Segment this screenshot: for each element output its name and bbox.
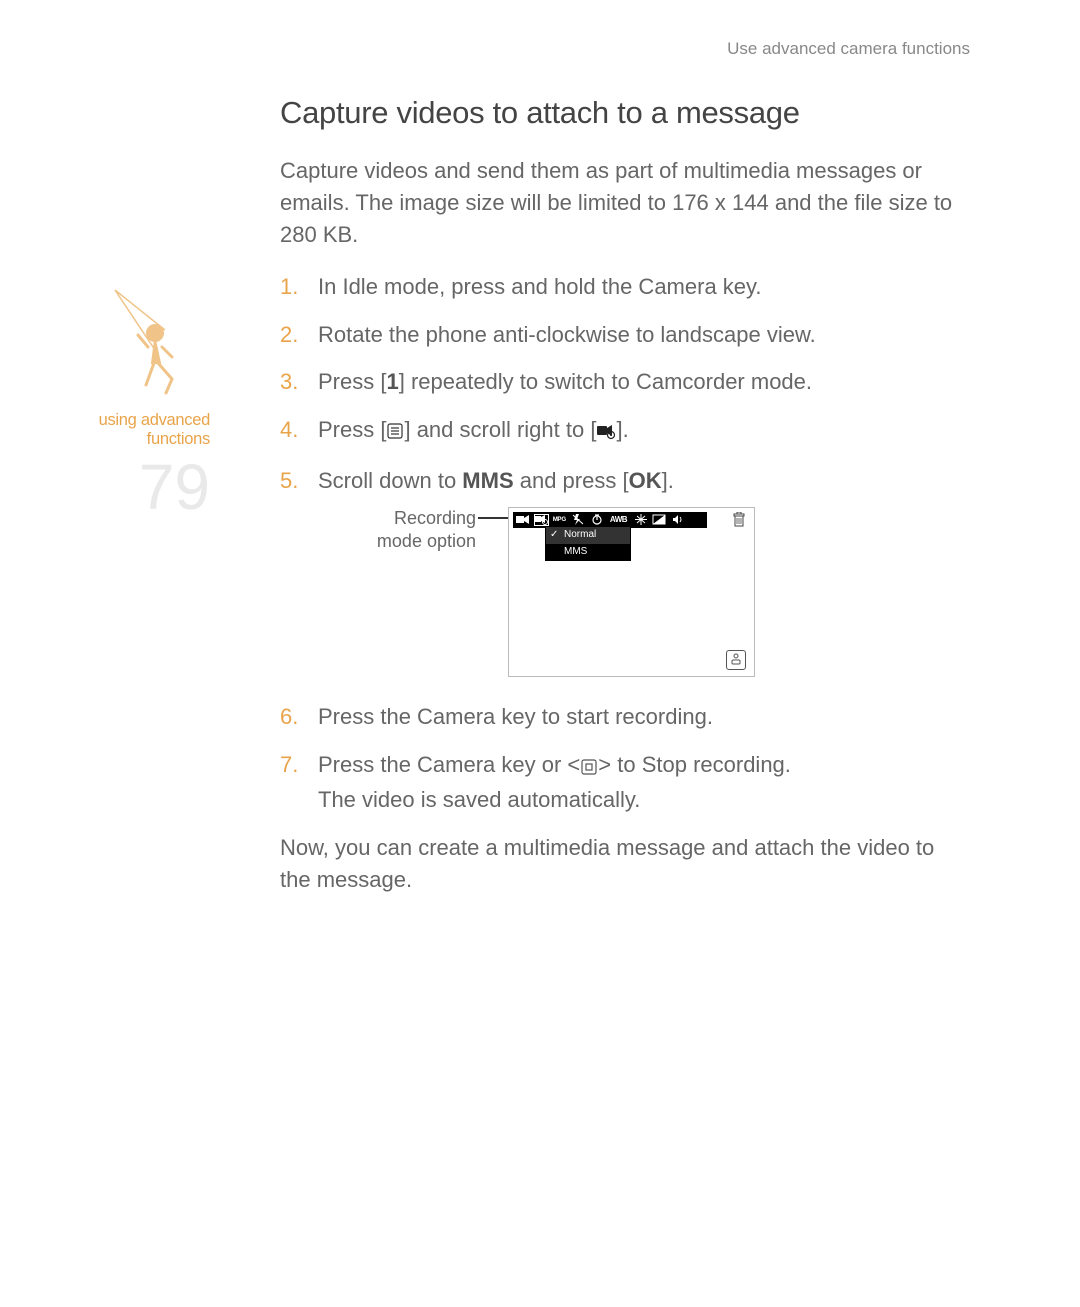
step-5-text-c: ]. [662, 468, 674, 493]
recording-mode-dropdown: ✓ Normal MMS [545, 526, 631, 561]
phone-screen: ᴹᴾᴳ AWB ✓ Normal [508, 507, 755, 677]
camcorder-icon [515, 514, 530, 526]
step-2-text: Rotate the phone anti-clockwise to lands… [318, 322, 816, 347]
dropdown-option-mms: MMS [546, 544, 630, 561]
trash-icon [732, 512, 746, 533]
intro-paragraph: Capture videos and send them as part of … [280, 155, 970, 251]
stop-softkey-icon [580, 752, 598, 784]
figure-recording-mode: Recording mode option ᴹᴾᴳ AWB [356, 507, 970, 677]
timer-icon [589, 514, 604, 526]
page-title: Capture videos to attach to a message [280, 95, 970, 131]
awb-icon: AWB [608, 514, 630, 526]
starburst-icon [633, 514, 648, 526]
menu-key-icon [386, 417, 404, 449]
recording-mode-menu-icon [534, 514, 549, 526]
step-1: In Idle mode, press and hold the Camera … [280, 271, 970, 303]
step-7: Press the Camera key or < > to Stop recor… [280, 749, 970, 816]
dropdown-normal-label: Normal [564, 528, 596, 543]
sidebar-caption-line2: functions [147, 430, 210, 448]
step-5-text-a: Scroll down to [318, 468, 462, 493]
step-5-ok: OK [629, 468, 662, 493]
page-number: 79 [60, 455, 210, 519]
step-1-text: In Idle mode, press and hold the Camera … [318, 274, 762, 299]
step-3-text-a: Press [ [318, 369, 386, 394]
recording-mode-icon [596, 417, 616, 449]
steps-list: In Idle mode, press and hold the Camera … [280, 271, 970, 816]
step-2: Rotate the phone anti-clockwise to lands… [280, 319, 970, 351]
figure-label-line2: mode option [377, 531, 476, 551]
flash-off-icon [571, 514, 586, 526]
step-3-text-b: ] repeatedly to switch to Camcorder mode… [399, 369, 812, 394]
step-4-text-b: ] and scroll right to [ [404, 417, 596, 442]
step-5: Scroll down to MMS and press [OK]. Recor… [280, 465, 970, 677]
sidebar: using advanced functions 79 [60, 285, 210, 519]
step-6-text: Press the Camera key to start recording. [318, 704, 713, 729]
step-7-text-a: Press the Camera key or < [318, 752, 580, 777]
step-7-line2: The video is saved automatically. [318, 787, 640, 812]
leader-line [478, 517, 508, 519]
exposure-icon [652, 514, 667, 526]
dropdown-mms-label: MMS [564, 545, 587, 560]
figure-label-line1: Recording [394, 508, 476, 528]
step-3-key: 1 [386, 369, 398, 394]
step-7-text-b: > to Stop recording. [598, 752, 791, 777]
sidebar-caption: using advanced functions [60, 411, 210, 449]
main-content: Capture videos to attach to a message Ca… [280, 95, 970, 896]
climber-icon [60, 285, 210, 415]
step-4-text-c: ]. [616, 417, 628, 442]
check-icon: ✓ [550, 528, 560, 543]
step-6: Press the Camera key to start recording. [280, 701, 970, 733]
header-section-title: Use advanced camera functions [727, 39, 970, 59]
stop-record-softkey-icon [726, 650, 746, 670]
mpeg-icon: ᴹᴾᴳ [552, 514, 567, 526]
figure-label: Recording mode option [356, 507, 476, 552]
step-3: Press [1] repeatedly to switch to Camcor… [280, 366, 970, 398]
conclusion-paragraph: Now, you can create a multimedia message… [280, 832, 970, 896]
sound-icon [670, 514, 685, 526]
dropdown-option-normal: ✓ Normal [546, 527, 630, 544]
step-4: Press [ ] and scroll right to []. [280, 414, 970, 449]
step-5-mms: MMS [462, 468, 513, 493]
step-4-text-a: Press [ [318, 417, 386, 442]
step-5-text-b: and press [ [514, 468, 629, 493]
